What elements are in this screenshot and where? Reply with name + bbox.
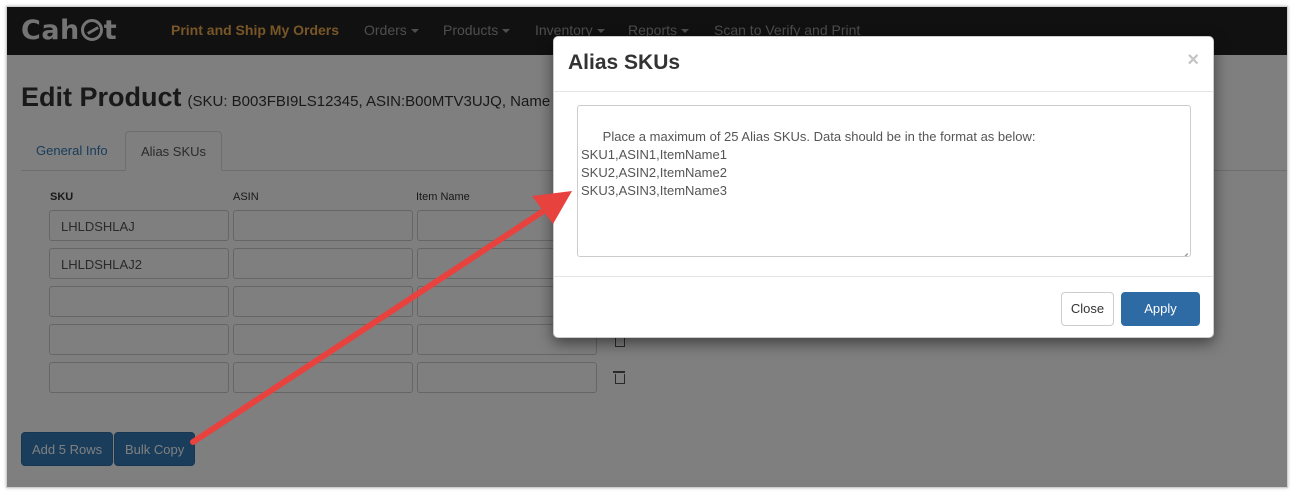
close-button[interactable]: Close bbox=[1061, 292, 1114, 326]
modal-header: Alias SKUs × bbox=[554, 37, 1213, 92]
alias-skus-textarea[interactable]: Place a maximum of 25 Alias SKUs. Data s… bbox=[577, 105, 1191, 257]
resize-handle-icon[interactable] bbox=[1180, 246, 1188, 254]
alias-skus-modal: Alias SKUs × Place a maximum of 25 Alias… bbox=[553, 36, 1214, 338]
modal-title: Alias SKUs bbox=[568, 51, 681, 74]
modal-footer: Close Apply bbox=[554, 276, 1213, 338]
apply-button[interactable]: Apply bbox=[1121, 292, 1200, 326]
close-icon[interactable]: × bbox=[1187, 49, 1199, 72]
app-frame: Caht Print and Ship My Orders Orders Pro… bbox=[6, 6, 1288, 488]
textarea-placeholder: Place a maximum of 25 Alias SKUs. Data s… bbox=[581, 129, 1036, 198]
